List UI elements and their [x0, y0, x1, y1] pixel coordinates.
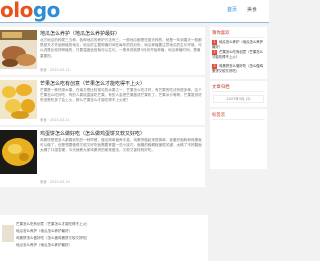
link-item[interactable]: 芒果怎么吃有创意（芒果怎么才能吃得不上火） [16, 222, 90, 227]
post-thumbnail[interactable] [0, 130, 37, 174]
post-thumbnail[interactable] [0, 30, 37, 69]
post-thumbnail[interactable] [2, 225, 14, 242]
tags-widget: 标签云 [210, 109, 267, 169]
widget-title: 文章归档 [212, 85, 230, 90]
post-card[interactable]: 地瓜怎么养护（地瓜怎么养护最好） 北方地瓜的种类三五种，各种地瓜的养护方法有三，… [0, 27, 205, 75]
post-excerpt: 芒果是一种热带水果，在南方是比较常见的水果之一，芒果怎么吃才好，有芒果的吃法有很… [40, 88, 202, 103]
nav-home[interactable]: 首页 [227, 6, 237, 13]
hot-item[interactable]: 3 鸡蛋饼怎么做好吃（怎么做鸡蛋饼又软又好吃） [212, 64, 266, 74]
post-title[interactable]: 鸡蛋饼怎么做好吃（怎么做鸡蛋饼又软又好吃） [40, 130, 145, 137]
bottom-section: 芒果怎么吃有创意（芒果怎么才能吃得不上火） 地瓜怎么养护（地瓜怎么养护最好） 鸡… [0, 215, 208, 261]
nav-food[interactable]: 美食 [247, 6, 257, 13]
top-bar: ologo 首页 美食 [0, 0, 269, 22]
post-thumbnail[interactable] [0, 80, 37, 119]
post-title[interactable]: 芒果怎么吃有创意（芒果怎么才能吃得不上火） [40, 80, 145, 87]
egg-pancake-image [0, 130, 37, 174]
hot-item[interactable]: 2 芒果怎么吃有创意（芒果怎么才能吃得不上火） [212, 50, 266, 60]
post-card[interactable]: 芒果怎么吃有创意（芒果怎么才能吃得不上火） 芒果是一种热带水果，在南方是比较常见… [0, 77, 205, 125]
divider [212, 91, 265, 92]
widget-title: 猜你喜欢 [212, 31, 230, 36]
post-meta: 美食 · 2023-03-11 [40, 118, 70, 122]
header-divider [0, 22, 269, 23]
widget-title: 标签云 [212, 113, 226, 118]
divider [212, 37, 265, 38]
site-logo[interactable]: ologo [0, 0, 60, 21]
sweet-potato-image [0, 30, 37, 69]
post-card[interactable]: 鸡蛋饼怎么做好吃（怎么做鸡蛋饼又软又好吃） 鸡蛋饼是很多人都喜欢吃的一种早餐，做… [0, 127, 205, 187]
link-item[interactable]: 地瓜怎么养护（地瓜怎么养护最好） [16, 243, 72, 248]
post-excerpt: 北方地瓜的种类三五种，各种地瓜的养护方法有三，一般地瓜都是在夏天种的，就是一年到… [40, 38, 202, 58]
link-item[interactable]: 鸡蛋饼怎么做好吃（怎么做鸡蛋饼又软又好吃） [16, 236, 90, 241]
post-meta: 美食 · 2023-03-10 [40, 180, 70, 184]
archive-widget: 文章归档 2023年3月 (3) [210, 81, 267, 107]
mango-image [0, 80, 37, 119]
archive-link[interactable]: 2023年3月 (3) [213, 95, 264, 103]
hot-posts-widget: 猜你喜欢 1 地瓜怎么养护（地瓜怎么养护最好） 2 芒果怎么吃有创意（芒果怎么才能吃… [210, 27, 267, 79]
hot-item[interactable]: 1 地瓜怎么养护（地瓜怎么养护最好） [212, 40, 266, 50]
post-meta: 美食 · 2023-03-12 [40, 68, 70, 72]
link-item[interactable]: 地瓜怎么养护（地瓜怎么养护最好） [16, 229, 72, 234]
post-title[interactable]: 地瓜怎么养护（地瓜怎么养护最好） [40, 30, 120, 37]
post-excerpt: 鸡蛋饼是很多人都喜欢吃的一种早餐，做法简单营养丰富，鸡蛋饼做起来很简单，准备好面… [40, 138, 202, 153]
divider [212, 119, 265, 120]
